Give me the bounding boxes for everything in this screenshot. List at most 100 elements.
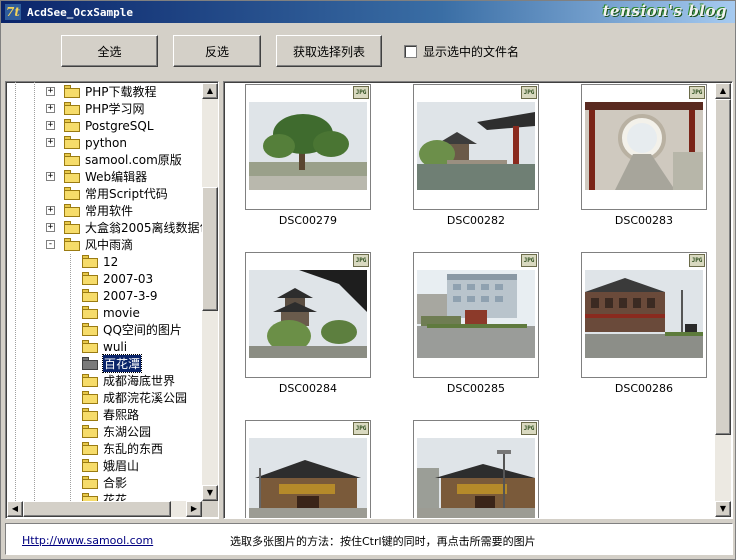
tree-item-label: samool.com原版 xyxy=(85,153,182,167)
thumbnail-image xyxy=(249,438,367,518)
tree-item[interactable]: + PHP学习网 xyxy=(46,100,145,117)
thumbnail-image xyxy=(585,270,703,358)
thumbnail-tile[interactable]: JPG xyxy=(245,420,371,518)
thumbnail-tile[interactable]: JPG xyxy=(245,84,371,210)
thumbnail-image xyxy=(417,270,535,358)
jpg-file-icon: JPG xyxy=(353,422,369,435)
thumbnail-view[interactable]: JPG DSC00279 JPG DSC00282 JPG DSC00283 JPG DSC0… xyxy=(223,81,733,519)
tree-item-label: PHP学习网 xyxy=(85,102,145,116)
expand-icon[interactable]: + xyxy=(46,104,55,113)
tree-item[interactable]: 成都浣花溪公园 xyxy=(82,389,187,406)
brand-logo: tension's blog xyxy=(602,2,727,20)
tree-item-label: Web编辑器 xyxy=(85,170,148,184)
tree-item[interactable]: 合影 xyxy=(82,474,127,491)
tree-item[interactable]: wuli xyxy=(82,338,127,355)
expand-icon[interactable]: + xyxy=(46,206,55,215)
thumbnail-tile[interactable]: JPG xyxy=(413,420,539,518)
jpg-file-icon: JPG xyxy=(353,86,369,99)
tree-item[interactable]: + PHP下载教程 xyxy=(46,83,157,100)
thumbnail-tile[interactable]: JPG xyxy=(245,252,371,378)
tree-item[interactable]: 东湖公园 xyxy=(82,423,151,440)
folder-icon xyxy=(64,102,80,115)
tree-item[interactable]: 百花潭 xyxy=(82,354,143,373)
folder-icon xyxy=(82,442,98,455)
thumbnail-tile[interactable]: JPG xyxy=(413,84,539,210)
folder-icon xyxy=(64,187,80,200)
folder-icon xyxy=(64,221,80,234)
thumbnail-tile[interactable]: JPG xyxy=(581,84,707,210)
thumbnail-tile[interactable]: JPG xyxy=(581,252,707,378)
tree-item-label: 东乱的东西 xyxy=(103,442,164,456)
folder-icon xyxy=(64,119,80,132)
tree-item-label: QQ空间的图片 xyxy=(103,323,182,337)
folder-icon xyxy=(64,136,80,149)
tree-item[interactable]: 春熙路 xyxy=(82,406,139,423)
tree-item[interactable]: + 大盒翁2005离线数据包 xyxy=(46,219,212,236)
tree-vertical-scrollbar[interactable]: ▲ ▼ xyxy=(202,83,218,501)
thumbnail-caption: DSC00284 xyxy=(278,382,338,395)
expand-icon[interactable]: + xyxy=(46,87,55,96)
folder-icon xyxy=(82,306,98,319)
tree-scroll-up-arrow-icon[interactable]: ▲ xyxy=(202,83,218,99)
folder-tree[interactable]: + PHP下载教程 + PHP学习网 + PostgreSQL + python samool.… xyxy=(5,81,219,519)
thumbnail-tile[interactable]: JPG xyxy=(413,252,539,378)
thumbnail-image xyxy=(417,438,535,518)
folder-icon xyxy=(82,374,98,387)
tree-item-label: 合影 xyxy=(103,476,128,490)
tree-item[interactable]: 2007-3-9 xyxy=(82,287,157,304)
expand-icon[interactable]: + xyxy=(46,223,55,232)
tree-item[interactable]: + PostgreSQL xyxy=(46,117,154,134)
tree-item[interactable]: 常用Script代码 xyxy=(64,185,168,202)
tree-item-label: 大盒翁2005离线数据包 xyxy=(85,221,212,235)
tree-item[interactable]: movie xyxy=(82,304,140,321)
tree-item[interactable]: samool.com原版 xyxy=(64,151,182,168)
status-bar: Http://www.samool.com 选取多张图片的方法：按住Ctrl键的… xyxy=(5,523,733,555)
tree-item[interactable]: + python xyxy=(46,134,127,151)
tree-item[interactable]: 娥眉山 xyxy=(82,457,139,474)
expand-icon[interactable]: + xyxy=(46,172,55,181)
app-window: 7t AcdSee_OcxSample tension's blog 全选 反选… xyxy=(0,0,736,560)
tree-item-label: 常用软件 xyxy=(85,204,134,218)
website-link[interactable]: Http://www.samool.com xyxy=(22,534,153,547)
folder-icon xyxy=(82,476,98,489)
tree-item[interactable]: 东乱的东西 xyxy=(82,440,163,457)
select-all-button[interactable]: 全选 xyxy=(61,35,158,67)
folder-icon xyxy=(64,204,80,217)
expand-icon[interactable]: + xyxy=(46,138,55,147)
thumbs-scroll-down-arrow-icon[interactable]: ▼ xyxy=(715,501,731,517)
thumbs-scroll-up-arrow-icon[interactable]: ▲ xyxy=(715,83,731,99)
tree-item[interactable]: + 常用软件 xyxy=(46,202,134,219)
show-filenames-option[interactable]: 显示选中的文件名 xyxy=(404,43,519,60)
tree-item[interactable]: - 风中雨滴 xyxy=(46,236,133,253)
show-filenames-checkbox[interactable] xyxy=(404,45,417,58)
tree-item[interactable]: 成都海底世界 xyxy=(82,372,175,389)
tree-scroll-thumb[interactable] xyxy=(202,187,218,311)
tree-item-label: 12 xyxy=(103,254,119,269)
collapse-icon[interactable]: - xyxy=(46,240,55,249)
folder-icon xyxy=(82,340,98,353)
thumbnail-image xyxy=(249,102,367,190)
invert-selection-button[interactable]: 反选 xyxy=(173,35,261,67)
thumbs-scroll-thumb[interactable] xyxy=(715,99,731,435)
tree-item[interactable]: 2007-03 xyxy=(82,270,153,287)
show-filenames-label: 显示选中的文件名 xyxy=(423,45,520,59)
window-title: AcdSee_OcxSample xyxy=(27,5,133,19)
thumbnail-caption: DSC00286 xyxy=(614,382,674,395)
tree-item[interactable]: + Web编辑器 xyxy=(46,168,148,185)
folder-icon xyxy=(82,408,98,421)
expand-icon[interactable]: + xyxy=(46,121,55,130)
tree-hscroll-thumb[interactable] xyxy=(23,501,171,517)
tree-scroll-down-arrow-icon[interactable]: ▼ xyxy=(202,485,218,501)
tree-item[interactable]: 12 xyxy=(82,253,118,270)
tree-item[interactable]: QQ空间的图片 xyxy=(82,321,182,338)
thumbnail-caption: DSC00283 xyxy=(614,214,674,227)
tree-scroll-left-arrow-icon[interactable]: ◀ xyxy=(7,501,23,517)
title-bar[interactable]: 7t AcdSee_OcxSample tension's blog xyxy=(1,1,735,23)
tree-horizontal-scrollbar[interactable]: ◀ ▶ xyxy=(7,501,202,517)
jpg-file-icon: JPG xyxy=(521,422,537,435)
get-selection-list-button[interactable]: 获取选择列表 xyxy=(276,35,382,67)
thumbnails-vertical-scrollbar[interactable]: ▲ ▼ xyxy=(715,83,731,517)
app-logo-icon: 7t xyxy=(5,4,21,20)
thumbnail-image xyxy=(249,270,367,358)
tree-scroll-right-arrow-icon[interactable]: ▶ xyxy=(186,501,202,517)
